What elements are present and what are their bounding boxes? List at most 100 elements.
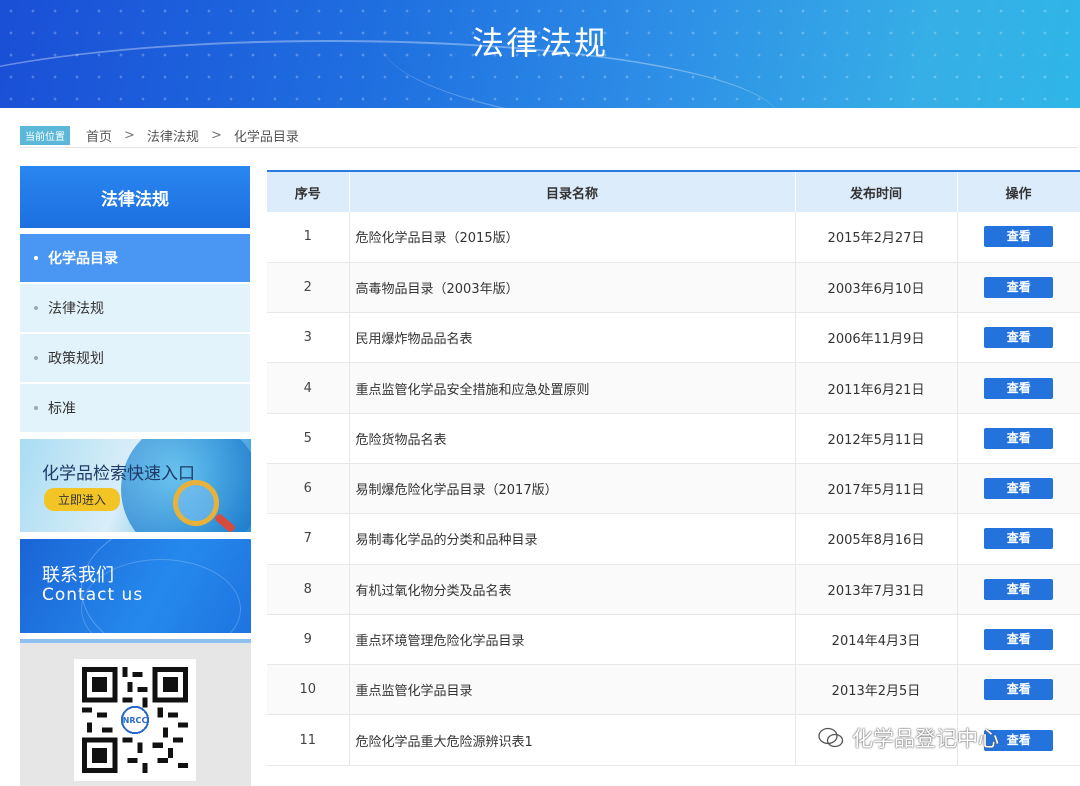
table-row: 3 民用爆炸物品品名表 2006年11月9日 查看 [267, 312, 1080, 364]
row-publish-date: 2003年6月10日 [795, 262, 958, 314]
view-button[interactable]: 查看 [984, 578, 1054, 600]
watermark-text: 化学品登记中心 [852, 727, 999, 751]
page-banner: 法律法规 [0, 0, 1080, 108]
table-header-row: 序号 目录名称 发布时间 操作 [267, 172, 1080, 212]
view-button[interactable]: 查看 [984, 629, 1054, 651]
row-action-cell: 查看 [957, 362, 1080, 414]
row-publish-date: 2005年8月16日 [795, 513, 958, 565]
row-catalog-name: 重点监管化学品目录 [349, 664, 796, 716]
wechat-watermark: 化学品登记中心 [818, 723, 999, 753]
qr-code-panel: NRCC [20, 639, 251, 786]
row-publish-date: 2006年11月9日 [795, 312, 958, 364]
row-catalog-name: 重点环境管理危险化学品目录 [349, 614, 796, 666]
row-action-cell: 查看 [957, 564, 1080, 615]
view-button[interactable]: 查看 [984, 377, 1054, 399]
table-row: 6 易制爆危险化学品目录（2017版） 2017年5月11日 查看 [267, 463, 1080, 515]
breadcrumb-separator: > [124, 128, 135, 143]
sidebar-item-label: 政策规划 [48, 351, 104, 367]
sidebar-item-label: 标准 [48, 401, 76, 417]
row-action-cell: 查看 [957, 212, 1080, 263]
row-index: 5 [267, 413, 350, 464]
row-action-cell: 查看 [957, 614, 1080, 666]
row-index: 11 [267, 714, 350, 766]
view-button[interactable]: 查看 [984, 528, 1054, 550]
column-header-action: 操作 [957, 172, 1080, 212]
row-action-cell: 查看 [957, 312, 1080, 364]
table-row: 8 有机过氧化物分类及品名表 2013年7月31日 查看 [267, 564, 1080, 615]
breadcrumb-current: 化学品目录 [233, 130, 299, 145]
row-index: 6 [267, 463, 350, 515]
breadcrumb-badge: 当前位置 [20, 126, 70, 145]
view-button[interactable]: 查看 [984, 226, 1054, 248]
sidebar-item-chemical-catalog[interactable]: 化学品目录 [20, 234, 250, 282]
row-catalog-name: 重点监管化学品安全措施和应急处置原则 [349, 362, 796, 414]
table-row: 9 重点环境管理危险化学品目录 2014年4月3日 查看 [267, 614, 1080, 666]
sidebar-title: 法律法规 [20, 166, 250, 228]
table-row: 7 易制毒化学品的分类和品种目录 2005年8月16日 查看 [267, 513, 1080, 565]
sidebar-item-standards[interactable]: 标准 [20, 384, 250, 432]
row-index: 8 [267, 564, 350, 615]
row-catalog-name: 民用爆炸物品品名表 [349, 312, 796, 364]
breadcrumb-home-link[interactable]: 首页 [86, 126, 112, 145]
row-catalog-name: 高毒物品目录（2003年版） [349, 262, 796, 314]
breadcrumb: 当前位置 首页 > 法律法规 > 化学品目录 [20, 124, 1078, 148]
row-catalog-name: 危险化学品目录（2015版） [349, 212, 796, 263]
row-publish-date: 2012年5月11日 [795, 413, 958, 464]
sidebar-item-policy[interactable]: 政策规划 [20, 334, 250, 382]
row-index: 1 [267, 212, 350, 263]
qr-logo-text: NRCC [123, 716, 148, 725]
sidebar-item-label: 化学品目录 [48, 251, 118, 267]
contact-us-banner[interactable]: 联系我们 Contact us [20, 539, 251, 633]
contact-title-en: Contact us [42, 585, 144, 605]
table-row: 4 重点监管化学品安全措施和应急处置原则 2011年6月21日 查看 [267, 362, 1080, 414]
row-catalog-name: 有机过氧化物分类及品名表 [349, 564, 796, 615]
contact-title-cn: 联系我们 [42, 565, 114, 586]
catalog-table: 序号 目录名称 发布时间 操作 1 危险化学品目录（2015版） 2015年2月27… [267, 172, 1080, 766]
catalog-table-wrapper: 序号 目录名称 发布时间 操作 1 危险化学品目录（2015版） 2015年2月27… [267, 170, 1080, 766]
view-button[interactable]: 查看 [984, 327, 1054, 349]
row-action-cell: 查看 [957, 413, 1080, 464]
row-action-cell: 查看 [957, 262, 1080, 314]
row-index: 10 [267, 664, 350, 716]
row-publish-date: 2011年6月21日 [795, 362, 958, 414]
row-catalog-name: 危险化学品重大危险源辨识表1 [349, 714, 796, 766]
view-button[interactable]: 查看 [984, 478, 1054, 500]
wechat-icon [818, 727, 844, 748]
row-publish-date: 2013年7月31日 [795, 564, 958, 615]
bullet-icon [34, 406, 38, 410]
qr-code: NRCC [74, 659, 196, 781]
enter-now-button[interactable]: 立即进入 [44, 488, 121, 511]
view-button[interactable]: 查看 [984, 427, 1054, 449]
view-button[interactable]: 查看 [984, 276, 1054, 298]
table-row: 5 危险货物品名表 2012年5月11日 查看 [267, 413, 1080, 464]
breadcrumb-laws-link[interactable]: 法律法规 [147, 126, 199, 145]
banner-title: 法律法规 [471, 24, 608, 62]
view-button[interactable]: 查看 [984, 679, 1054, 701]
row-publish-date: 2015年2月27日 [795, 212, 958, 263]
table-row: 10 重点监管化学品目录 2013年2月5日 查看 [267, 664, 1080, 716]
row-catalog-name: 危险货物品名表 [349, 413, 796, 464]
row-action-cell: 查看 [957, 463, 1080, 515]
column-header-date: 发布时间 [795, 172, 958, 212]
qr-code-icon: NRCC [82, 667, 188, 773]
row-index: 2 [267, 262, 350, 314]
magnifier-icon [173, 480, 219, 526]
sidebar-item-label: 法律法规 [48, 301, 104, 317]
row-index: 3 [267, 312, 350, 364]
promo-title: 化学品检索快速入口 [42, 464, 195, 484]
bullet-icon [34, 306, 38, 310]
row-action-cell: 查看 [957, 513, 1080, 565]
bullet-icon [34, 256, 38, 260]
row-action-cell: 查看 [957, 664, 1080, 716]
row-index: 9 [267, 614, 350, 666]
bullet-icon [34, 356, 38, 360]
chemical-search-promo[interactable]: 化学品检索快速入口 立即进入 [20, 439, 251, 532]
row-catalog-name: 易制毒化学品的分类和品种目录 [349, 513, 796, 565]
breadcrumb-separator: > [210, 128, 222, 143]
sidebar-item-laws[interactable]: 法律法规 [20, 284, 250, 332]
row-catalog-name: 易制爆危险化学品目录（2017版） [349, 463, 796, 515]
table-row: 1 危险化学品目录（2015版） 2015年2月27日 查看 [267, 212, 1080, 263]
row-publish-date: 2017年5月11日 [795, 463, 958, 515]
table-row: 2 高毒物品目录（2003年版） 2003年6月10日 查看 [267, 262, 1080, 314]
row-publish-date: 2014年4月3日 [795, 614, 958, 666]
